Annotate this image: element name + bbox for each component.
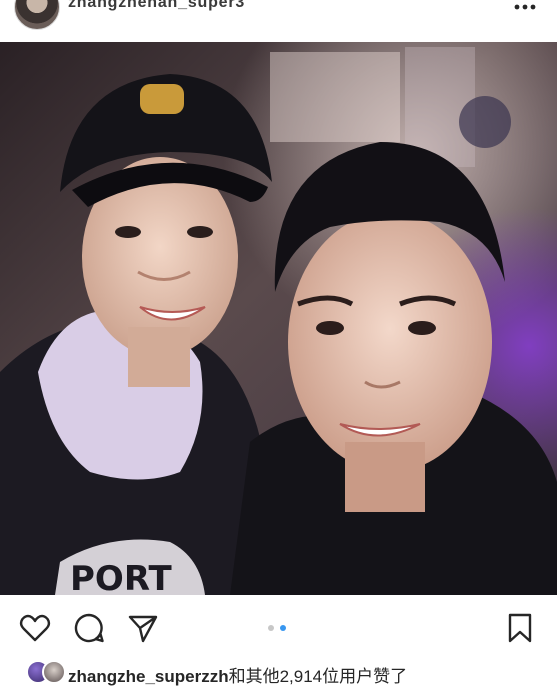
- share-icon[interactable]: [126, 611, 160, 645]
- comment-icon[interactable]: [72, 611, 106, 645]
- post-photo[interactable]: PORT: [0, 42, 557, 595]
- likes-row: zhangzhe_superzzh和其他2,914位用户赞了: [0, 656, 557, 688]
- bookmark-icon[interactable]: [503, 611, 537, 645]
- liker-username[interactable]: zhangzhe_superzzh: [68, 667, 229, 686]
- author-username[interactable]: zhangzhenan_super3: [68, 0, 245, 12]
- likes-count-text: 和其他2,914位用户赞了: [228, 667, 408, 686]
- carousel-dot-2: [280, 625, 286, 631]
- selfie-illustration: PORT: [0, 42, 557, 595]
- action-bar: [0, 605, 557, 649]
- liker-avatar[interactable]: [42, 660, 66, 684]
- carousel-dot-1: [268, 625, 274, 631]
- heart-icon[interactable]: [18, 611, 52, 645]
- carousel-indicator: [268, 625, 286, 631]
- more-horizontal-icon[interactable]: [510, 0, 540, 16]
- likes-summary[interactable]: zhangzhe_superzzh和其他2,914位用户赞了: [68, 662, 407, 687]
- post-header: zhangzhenan_super3: [0, 0, 557, 32]
- svg-text:PORT: PORT: [70, 559, 172, 595]
- author-avatar[interactable]: [14, 0, 60, 30]
